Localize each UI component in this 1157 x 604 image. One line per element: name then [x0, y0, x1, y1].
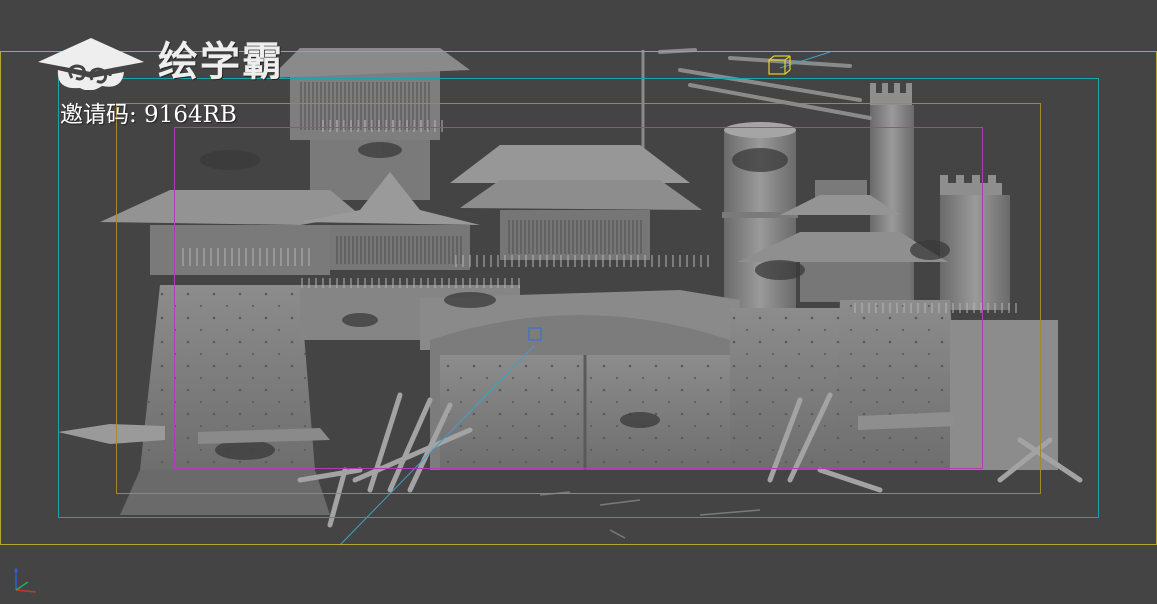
brand-name: 绘学霸	[158, 39, 284, 85]
watermark-logo: 绘学霸	[36, 34, 316, 90]
region-frame	[174, 127, 983, 469]
cloud-cap-logo-icon	[38, 38, 144, 90]
xyz-axis-icon	[14, 567, 37, 593]
invite-code: 邀请码: 9164RB	[60, 102, 237, 128]
3d-viewport[interactable]: 绘学霸 邀请码: 9164RB	[0, 0, 1157, 604]
